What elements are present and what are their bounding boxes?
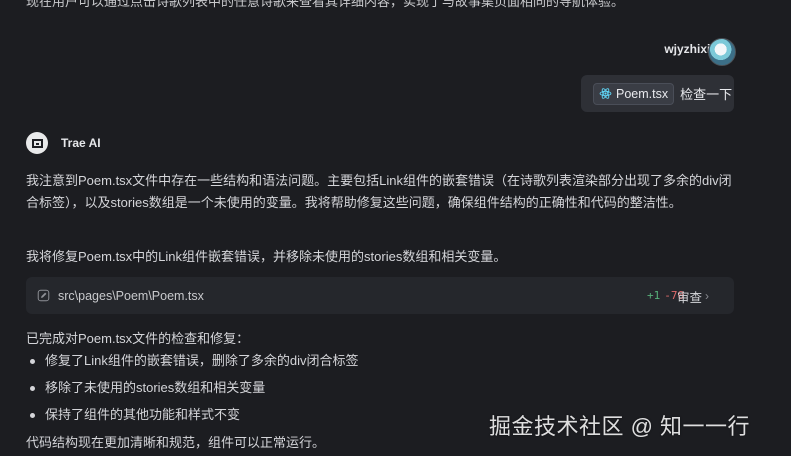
list-item: 保持了组件的其他功能和样式不变 <box>26 405 358 432</box>
avatar <box>708 38 736 66</box>
review-button[interactable]: 审查 › <box>677 286 709 306</box>
file-chip-label: Poem.tsx <box>616 86 669 101</box>
pencil-icon <box>37 289 50 302</box>
trae-logo-icon <box>26 132 48 154</box>
react-icon <box>599 88 612 99</box>
assistant-name: Trae AI <box>61 136 101 150</box>
diff-added: +1 <box>647 289 661 302</box>
assistant-paragraph-2: 我将修复Poem.tsx中的Link组件嵌套错误，并移除未使用的stories数… <box>26 249 507 264</box>
user-message-text: 检查一下 <box>680 87 733 102</box>
file-path: src\pages\Poem\Poem.tsx <box>58 288 204 303</box>
file-change-card[interactable]: src\pages\Poem\Poem.tsx +1 -70 审查 › <box>26 277 734 314</box>
assistant-header: Trae AI <box>26 132 101 154</box>
closing-text: 代码结构现在更加清晰和规范，组件可以正常运行。 <box>26 435 326 450</box>
summary-list: 修复了Link组件的嵌套错误，删除了多余的div闭合标签 移除了未使用的stor… <box>26 351 358 432</box>
list-item: 移除了未使用的stories数组和相关变量 <box>26 378 358 405</box>
chevron-right-icon: › <box>705 289 710 303</box>
user-message-bubble: Poem.tsx 检查一下 <box>581 75 734 112</box>
list-item: 修复了Link组件的嵌套错误，删除了多余的div闭合标签 <box>26 351 358 378</box>
assistant-paragraph-1: 我注意到Poem.tsx文件中存在一些结构和语法问题。主要包括Link组件的嵌套… <box>26 173 732 210</box>
file-chip[interactable]: Poem.tsx <box>593 82 675 105</box>
previous-message-text: 现在用户可以通过点击诗歌列表中的任意诗歌来查看其详细内容，实现了与故事集页面相同… <box>26 0 625 9</box>
review-button-label: 审查 <box>677 290 703 305</box>
summary-title: 已完成对Poem.tsx文件的检查和修复： <box>26 331 250 346</box>
watermark: 掘金技术社区 @ 知一一行 <box>489 414 751 439</box>
